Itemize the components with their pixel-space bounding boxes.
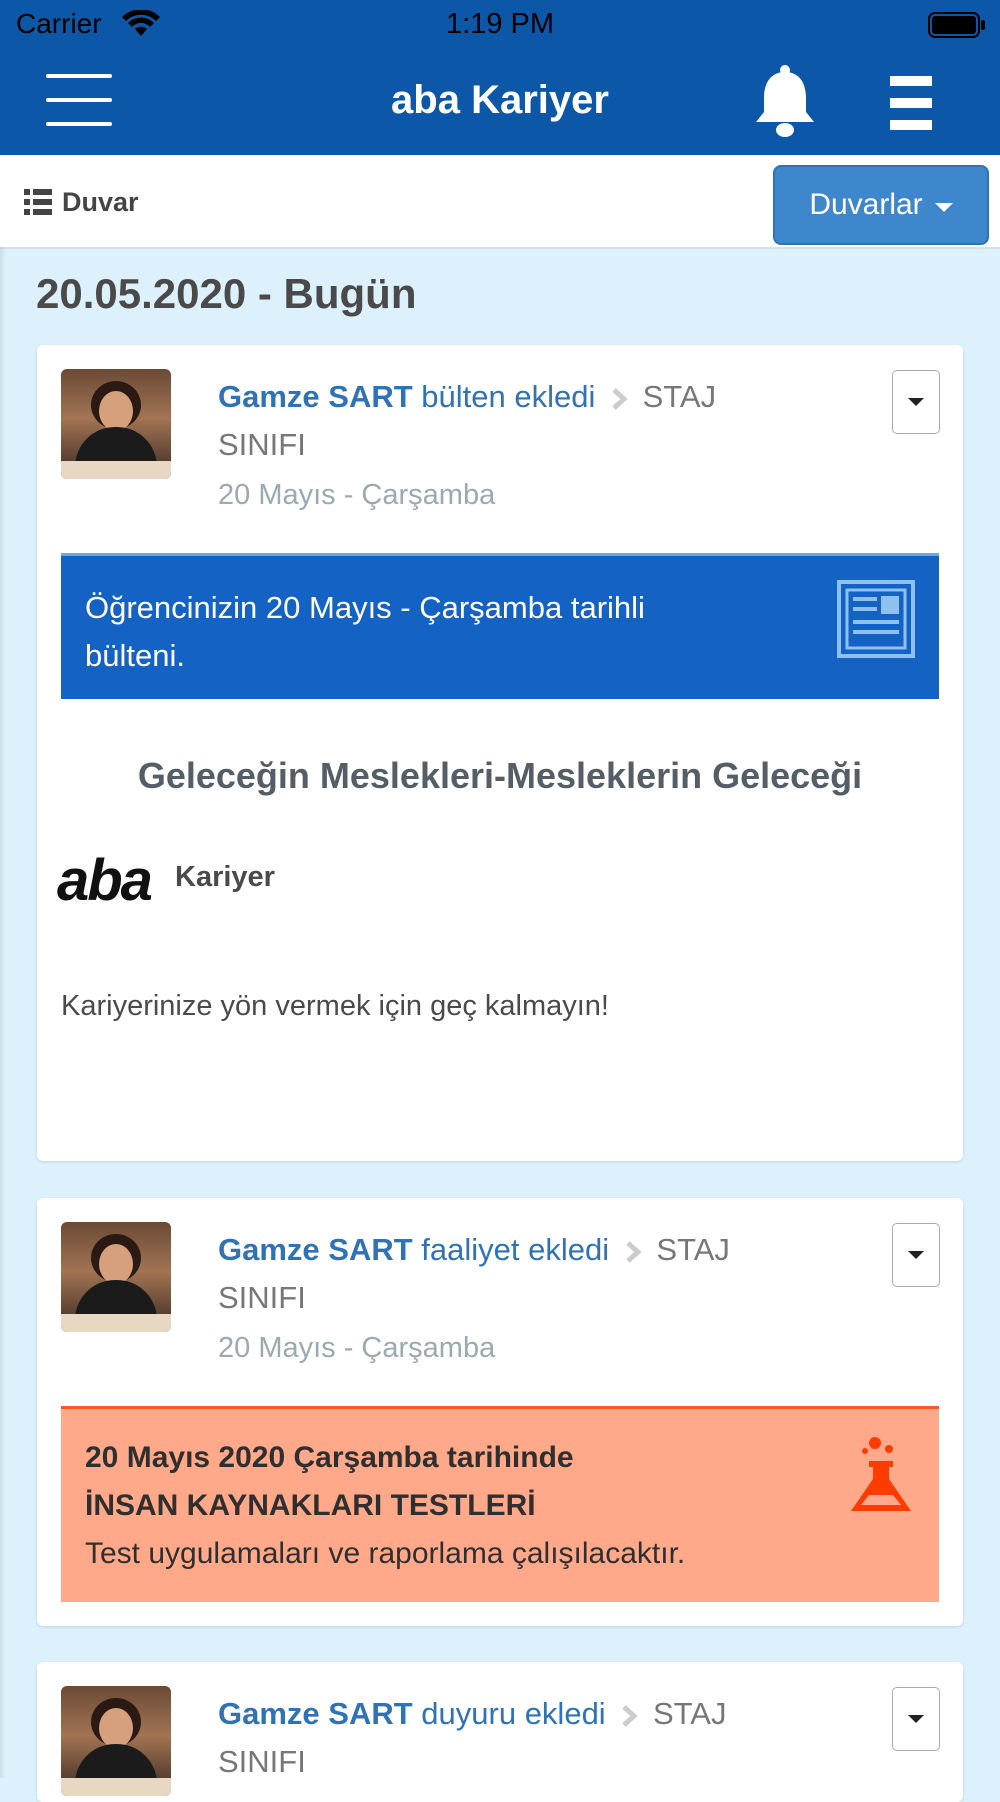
post-action[interactable]: duyuru ekledi xyxy=(421,1696,605,1731)
activity-description: Test uygulamaları ve raporlama çalışılac… xyxy=(85,1537,686,1570)
avatar[interactable] xyxy=(61,1222,171,1332)
author-link[interactable]: Gamze SART xyxy=(218,379,413,414)
post-card-announcement: Gamze SART duyuru ekledi STAJ SINIFI xyxy=(37,1662,963,1802)
activity-date-line: 20 Mayıs 2020 Çarşamba tarihinde xyxy=(85,1441,574,1474)
caret-down-icon xyxy=(908,398,924,406)
caret-down-icon xyxy=(908,1715,924,1723)
post-menu-button[interactable] xyxy=(892,370,940,434)
battery-icon xyxy=(928,12,985,38)
avatar[interactable] xyxy=(61,1686,171,1796)
post-meta: Gamze SART duyuru ekledi STAJ SINIFI xyxy=(218,1690,778,1786)
status-bar: Carrier 1:19 PM xyxy=(0,0,1000,50)
author-link[interactable]: Gamze SART xyxy=(218,1696,413,1731)
newsletter-title: Geleceğin Meslekleri-Mesleklerin Geleceğ… xyxy=(137,755,863,796)
walls-button-label: Duvarlar xyxy=(809,188,923,221)
bell-icon[interactable] xyxy=(752,64,818,140)
app-header: aba Kariyer xyxy=(0,50,1000,155)
app-title: aba Kariyer xyxy=(391,78,609,122)
chevron-right-icon xyxy=(612,387,628,410)
walls-dropdown-button[interactable]: Duvarlar xyxy=(773,165,989,245)
date-heading: 20.05.2020 - Bugün xyxy=(36,270,417,317)
post-meta: Gamze SART bülten ekledi STAJ SINIFI 20 … xyxy=(218,373,778,519)
post-action[interactable]: bülten ekledi xyxy=(421,379,595,414)
logo-suffix: Kariyer xyxy=(175,861,275,893)
aba-logo: aba xyxy=(57,848,153,913)
post-action[interactable]: faaliyet ekledi xyxy=(421,1232,609,1267)
activity-title: İNSAN KAYNAKLARI TESTLERİ xyxy=(85,1489,536,1522)
toolbar: Duvar Duvarlar xyxy=(0,155,1000,249)
bulletin-banner[interactable]: Öğrencinizin 20 Mayıs - Çarşamba tarihli… xyxy=(61,553,939,699)
flask-icon xyxy=(851,1437,911,1511)
post-menu-button[interactable] xyxy=(892,1223,940,1287)
post-date: 20 Mayıs - Çarşamba xyxy=(218,479,496,511)
avatar[interactable] xyxy=(61,369,171,479)
newspaper-icon xyxy=(837,580,915,658)
bulletin-text: Öğrencinizin 20 Mayıs - Çarşamba tarihli… xyxy=(85,590,645,673)
list-icon xyxy=(24,189,52,215)
side-edge xyxy=(0,247,6,1778)
post-card-bulletin: Gamze SART bülten ekledi STAJ SINIFI 20 … xyxy=(37,345,963,1161)
chevron-right-icon xyxy=(622,1704,639,1727)
activity-banner[interactable]: 20 Mayıs 2020 Çarşamba tarihinde İNSAN K… xyxy=(61,1406,939,1602)
status-time: 1:19 PM xyxy=(446,8,554,40)
post-meta: Gamze SART faaliyet ekledi STAJ SINIFI 2… xyxy=(218,1226,778,1372)
caret-down-icon xyxy=(908,1251,924,1259)
newsletter-body: Kariyerinize yön vermek için geç kalmayı… xyxy=(61,990,609,1022)
post-menu-button[interactable] xyxy=(892,1687,940,1751)
author-link[interactable]: Gamze SART xyxy=(218,1232,413,1267)
post-date: 20 Mayıs - Çarşamba xyxy=(218,1332,496,1364)
menu-icon[interactable] xyxy=(890,76,932,132)
wall-label: Duvar xyxy=(62,187,139,217)
caret-down-icon xyxy=(934,202,953,212)
chevron-right-icon xyxy=(626,1240,642,1263)
post-card-activity: Gamze SART faaliyet ekledi STAJ SINIFI 2… xyxy=(37,1198,963,1626)
